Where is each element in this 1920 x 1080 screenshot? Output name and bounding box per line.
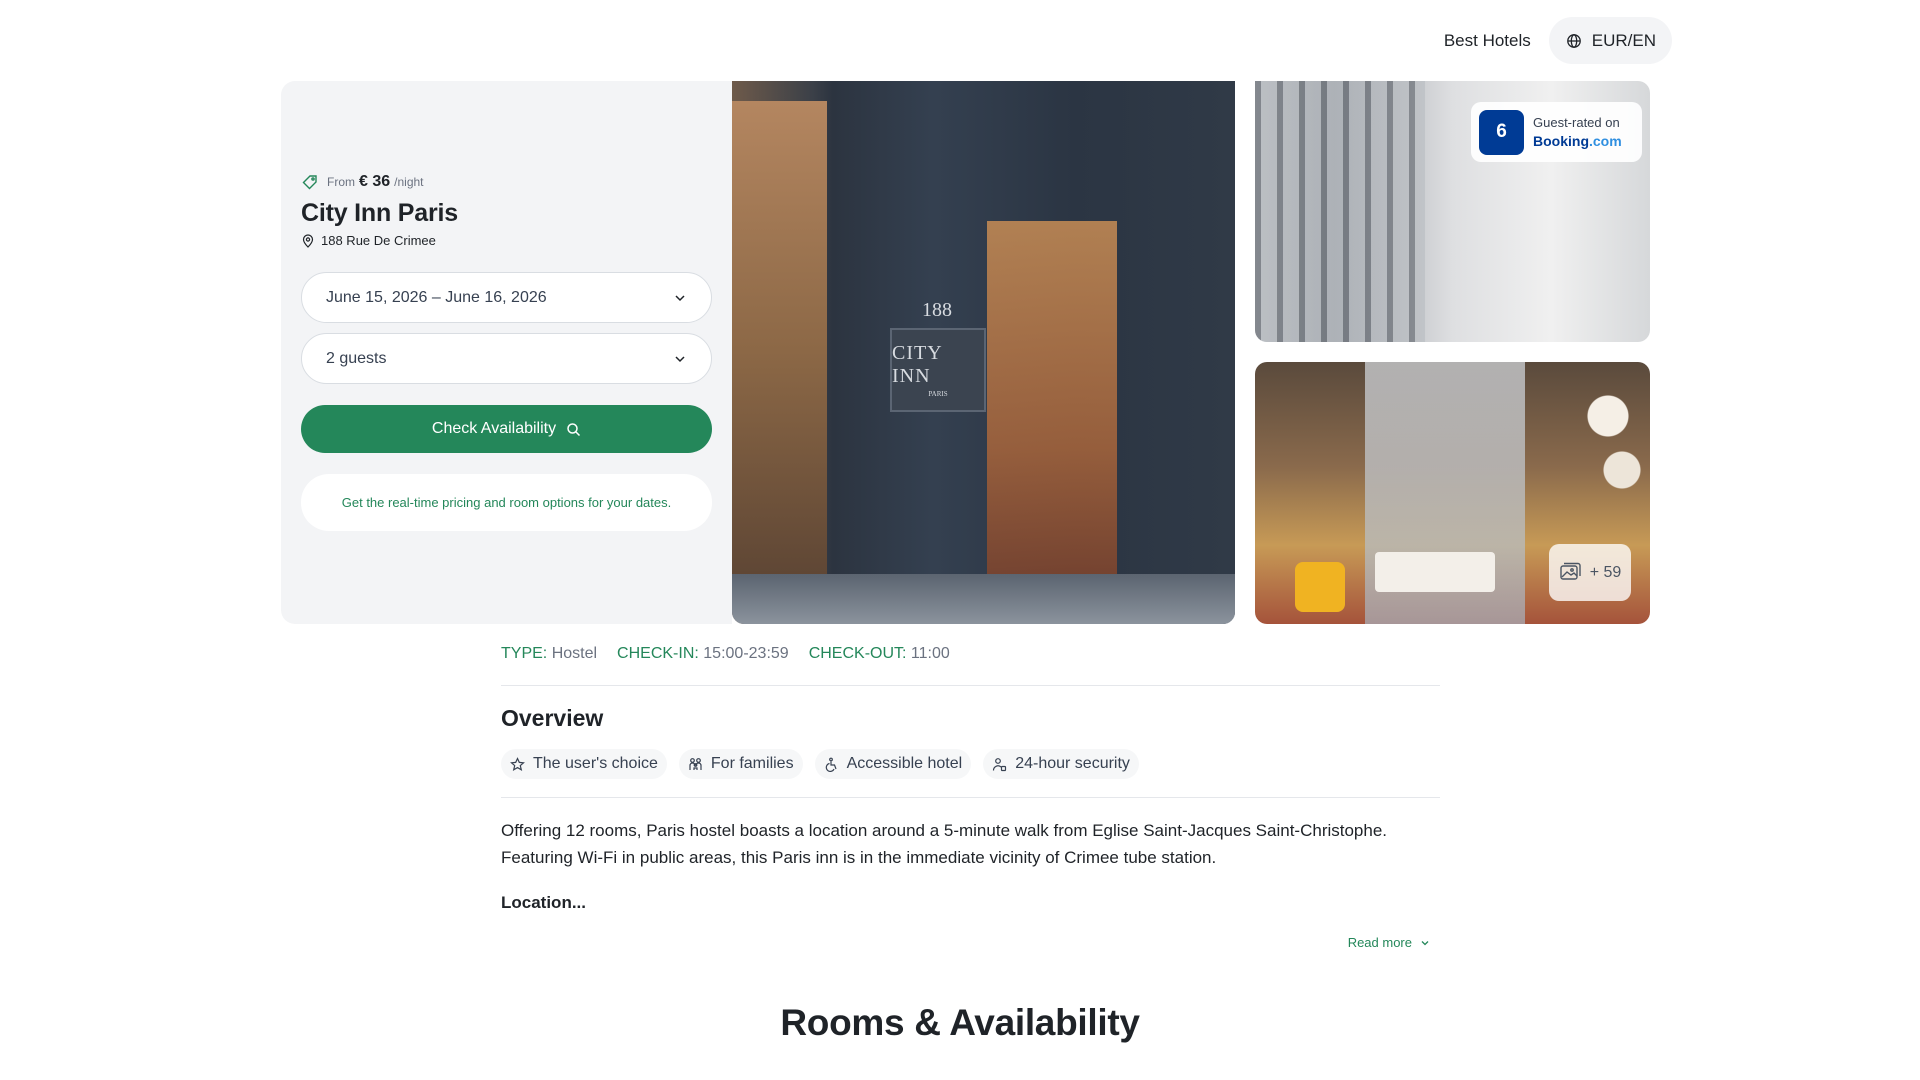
- chip-label: For families: [710, 755, 794, 772]
- location-heading: Location...: [501, 893, 586, 912]
- main-hotel-photo[interactable]: 188 CITY INN PARIS: [732, 81, 1235, 624]
- globe-icon: [1566, 33, 1581, 48]
- checkout-value: 11:00: [910, 644, 950, 662]
- booking-logo-suffix: .com: [1589, 133, 1622, 149]
- photo-table: [1375, 552, 1495, 592]
- photo-entrance-door: [987, 221, 1117, 601]
- price-per-night: /night: [394, 175, 424, 189]
- photo-street-number: 188: [922, 299, 952, 321]
- read-more-button[interactable]: Read more: [1348, 935, 1430, 950]
- chip-label: Accessible hotel: [846, 755, 963, 772]
- checkout-label: CHECK-OUT:: [808, 644, 907, 662]
- type-info: TYPE: Hostel: [501, 645, 597, 663]
- more-photos-count: + 59: [1589, 563, 1622, 581]
- hotel-name: City Inn Paris: [301, 199, 458, 227]
- chip-label: The user's choice: [533, 755, 658, 772]
- divider: [501, 685, 1440, 686]
- more-photos-button[interactable]: + 59: [1549, 544, 1631, 601]
- photo-sidewalk: [732, 574, 1235, 624]
- hotel-meta-row: TYPE: Hostel CHECK-IN: 15:00-23:59 CHECK…: [501, 640, 1440, 667]
- location-pin-icon: [302, 233, 314, 248]
- chevron-down-icon: [675, 294, 685, 301]
- pricing-info-text: Get the real-time pricing and room optio…: [341, 495, 672, 510]
- price-tag-icon: [302, 175, 317, 190]
- currency-label: EUR/EN: [1591, 30, 1656, 50]
- booking-rating-badge: 6 Guest-rated on Booking.com: [1471, 102, 1642, 162]
- guests-select[interactable]: 2 guests: [301, 333, 712, 384]
- hotel-hero: From € 36 /night City Inn Paris 188 Rue …: [281, 81, 1650, 624]
- price-amount: € 36: [359, 173, 391, 190]
- type-label: TYPE:: [501, 644, 548, 662]
- overview-title: Overview: [501, 705, 604, 731]
- type-value: Hostel: [551, 644, 598, 662]
- family-icon: [689, 757, 702, 770]
- photo-orchids: [1580, 362, 1650, 542]
- photo-hotel-sign: CITY INN PARIS: [890, 328, 986, 412]
- photo-sign-subtext: PARIS: [928, 390, 948, 398]
- best-hotels-link[interactable]: Best Hotels: [1442, 31, 1533, 51]
- rating-label: Guest-rated on: [1533, 115, 1620, 130]
- checkout-info: CHECK-OUT: 11:00: [809, 645, 950, 663]
- hotel-description: Offering 12 rooms, Paris hostel boasts a…: [501, 821, 1388, 867]
- photo-staircase-railing: [1255, 81, 1425, 342]
- date-range-value: June 15, 2026 – June 16, 2026: [326, 288, 547, 306]
- chip-for-families: For families: [678, 749, 803, 779]
- date-range-select[interactable]: June 15, 2026 – June 16, 2026: [301, 272, 712, 323]
- photo-restaurant-window: [732, 101, 827, 601]
- rating-score: 6: [1479, 109, 1524, 155]
- booking-logo-main: Booking: [1533, 133, 1589, 149]
- star-icon: [510, 756, 525, 771]
- price-from-label: From: [327, 175, 355, 189]
- top-nav: Best Hotels EUR/EN: [1442, 17, 1672, 64]
- search-icon: [567, 422, 581, 436]
- wheelchair-icon: [825, 757, 837, 772]
- address-text: 188 Rue De Crimee: [321, 233, 436, 248]
- booking-panel: From € 36 /night City Inn Paris 188 Rue …: [281, 81, 732, 624]
- chip-24h-security: 24-hour security: [983, 749, 1139, 779]
- gallery-icon: [1560, 562, 1581, 580]
- chevron-down-icon: [1421, 940, 1429, 945]
- feature-chips: The user's choice For families Accessibl…: [501, 749, 1440, 779]
- guests-value: 2 guests: [326, 349, 387, 367]
- checkin-label: CHECK-IN:: [617, 644, 699, 662]
- rooms-availability-title: Rooms & Availability: [780, 1002, 1140, 1043]
- booking-logo: Booking.com: [1533, 132, 1622, 150]
- read-more-label: Read more: [1347, 935, 1412, 950]
- currency-language-button[interactable]: EUR/EN: [1548, 17, 1672, 64]
- hotel-details: TYPE: Hostel CHECK-IN: 15:00-23:59 CHECK…: [501, 640, 1440, 950]
- security-icon: [993, 757, 1007, 771]
- checkin-value: 15:00-23:59: [703, 644, 789, 662]
- photo-yellow-chair: [1295, 562, 1345, 612]
- check-availability-button[interactable]: Check Availability: [301, 405, 712, 453]
- photo-sign-text: CITY INN: [892, 342, 942, 387]
- price-line: From € 36 /night: [301, 173, 424, 191]
- divider: [501, 797, 1440, 798]
- chip-accessible-hotel: Accessible hotel: [814, 749, 972, 779]
- pricing-info-note: Get the real-time pricing and room optio…: [301, 474, 712, 531]
- hotel-address: 188 Rue De Crimee: [301, 233, 436, 248]
- chip-users-choice: The user's choice: [501, 749, 667, 779]
- chip-label: 24-hour security: [1015, 755, 1130, 772]
- rating-text: Guest-rated on Booking.com: [1533, 114, 1622, 150]
- checkin-info: CHECK-IN: 15:00-23:59: [617, 645, 789, 663]
- check-availability-label: Check Availability: [431, 420, 557, 437]
- chevron-down-icon: [675, 355, 685, 362]
